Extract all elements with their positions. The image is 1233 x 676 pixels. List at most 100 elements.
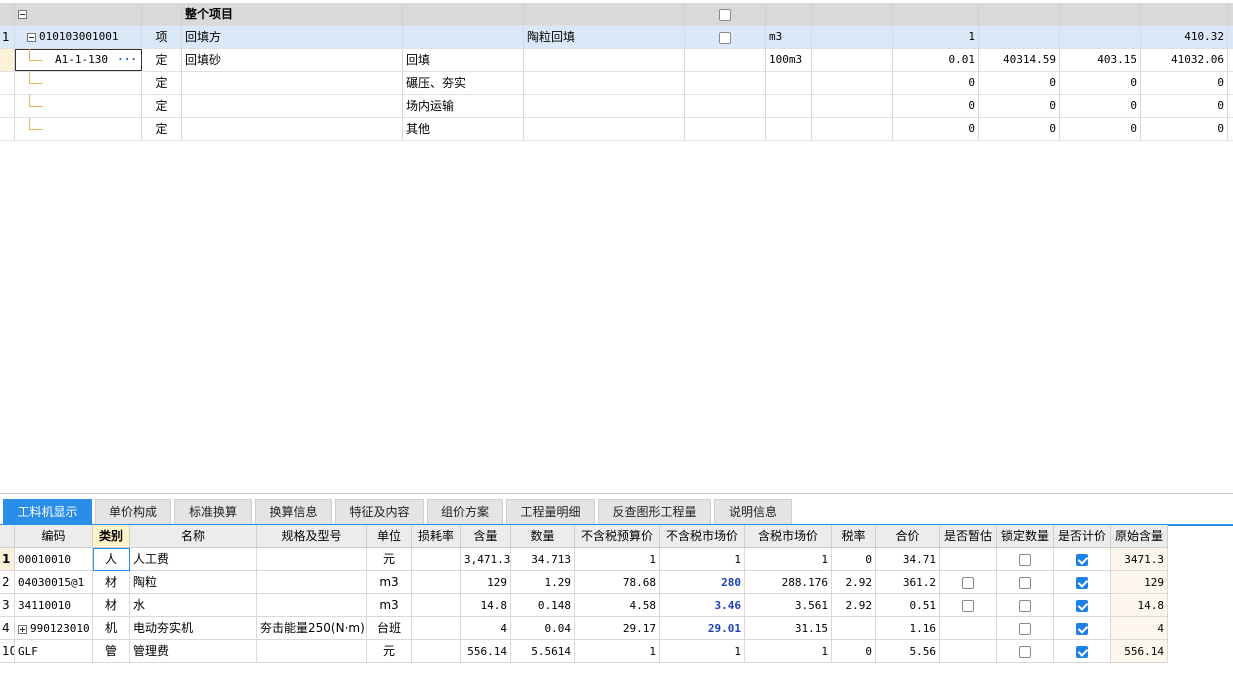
code-cell[interactable]: GLF <box>15 640 93 663</box>
tax-rate-cell[interactable]: 0 <box>832 548 876 571</box>
feature-cell[interactable]: 陶粒回填 <box>524 26 685 48</box>
spec-cell[interactable] <box>257 571 367 594</box>
checkbox-icon[interactable] <box>1076 622 1088 635</box>
unit-cell[interactable]: 台班 <box>367 617 412 640</box>
collapse-icon[interactable] <box>27 32 36 42</box>
flag-cell[interactable] <box>685 26 766 48</box>
spec-cell[interactable] <box>257 594 367 617</box>
content-cell[interactable]: 129 <box>461 571 511 594</box>
checkbox-icon[interactable] <box>1076 645 1088 658</box>
tax-rate-cell[interactable] <box>832 617 876 640</box>
code-cell[interactable]: 04030015@1 <box>15 571 93 594</box>
tax-rate-cell[interactable]: 2.92 <box>832 571 876 594</box>
qty-cell[interactable]: 0 <box>893 118 979 140</box>
lock-qty-cell[interactable] <box>997 548 1054 571</box>
market-price-tax-cell[interactable]: 31.15 <box>745 617 832 640</box>
provisional-cell[interactable] <box>940 640 997 663</box>
col-header-original-content[interactable]: 原始含量 <box>1111 525 1168 548</box>
code-cell[interactable]: 00010010 <box>15 548 93 571</box>
provisional-cell[interactable] <box>940 571 997 594</box>
priced-cell[interactable] <box>1054 548 1111 571</box>
code-cell[interactable] <box>15 118 142 140</box>
unit-cell[interactable]: 元 <box>367 548 412 571</box>
qty-expr-cell[interactable] <box>812 26 893 48</box>
budget-price-cell[interactable]: 1 <box>575 640 660 663</box>
content-cell[interactable]: 3,471.3 <box>461 548 511 571</box>
spec-cell[interactable] <box>257 548 367 571</box>
qty-cell[interactable]: 0 <box>893 72 979 94</box>
unit-cell[interactable]: 100m3 <box>766 49 812 71</box>
quota-row[interactable]: 定 碾压、夯实 0 0 0 0 <box>0 72 1233 95</box>
col-header-content[interactable]: 含量 <box>461 525 511 548</box>
collapse-icon[interactable] <box>18 10 27 19</box>
tab-labor-material-machine[interactable]: 工料机显示 <box>3 499 92 524</box>
loss-rate-cell[interactable] <box>412 594 461 617</box>
unit-cell[interactable]: m3 <box>367 594 412 617</box>
spec-cell[interactable] <box>403 26 524 48</box>
resource-row[interactable]: 2 04030015@1 材陶粒 m3 129 1.29 78.68 280 288.176 2.… <box>0 571 1168 594</box>
checkbox-icon[interactable] <box>1019 599 1031 612</box>
tab-pricing-plan[interactable]: 组价方案 <box>427 499 503 524</box>
market-price-tax-cell[interactable]: 1 <box>745 548 832 571</box>
project-root-row[interactable]: 整个项目 <box>0 3 1233 26</box>
resource-row[interactable]: 10GLF管管理费元556.145.561411105.56556.14 <box>0 640 1168 663</box>
col-header-spec[interactable]: 规格及型号 <box>257 525 367 548</box>
content-cell[interactable]: 14.8 <box>461 594 511 617</box>
qty-expr-cell[interactable] <box>812 49 893 71</box>
quantity-cell[interactable]: 0.04 <box>511 617 575 640</box>
qty-cell[interactable]: 0.01 <box>893 49 979 71</box>
code-cell[interactable] <box>15 3 142 25</box>
col-header-market-price[interactable]: 不含税市场价 <box>660 525 745 548</box>
tax-rate-cell[interactable]: 2.92 <box>832 594 876 617</box>
more-icon[interactable]: ··· <box>117 49 137 71</box>
market-price-tax-cell[interactable]: 288.176 <box>745 571 832 594</box>
col-header-code[interactable]: 编码 <box>15 525 93 548</box>
category-cell[interactable]: 人 <box>93 548 130 571</box>
code-cell[interactable]: 990123010 <box>15 617 93 640</box>
name-cell[interactable]: 管理费 <box>130 640 257 663</box>
tab-unit-price-composition[interactable]: 单价构成 <box>95 499 171 524</box>
quantity-cell[interactable]: 5.5614 <box>511 640 575 663</box>
lock-qty-cell[interactable] <box>997 640 1054 663</box>
col-header-tax-rate[interactable]: 税率 <box>832 525 876 548</box>
unit-cell[interactable]: 元 <box>367 640 412 663</box>
code-cell[interactable]: 34110010 <box>15 594 93 617</box>
name-cell[interactable] <box>182 118 403 140</box>
market-price-cell[interactable]: 280 <box>660 571 745 594</box>
code-cell[interactable] <box>15 72 142 94</box>
spec-cell[interactable]: 回填 <box>403 49 524 71</box>
provisional-cell[interactable] <box>940 617 997 640</box>
tax-rate-cell[interactable]: 0 <box>832 640 876 663</box>
expand-icon[interactable] <box>18 624 27 634</box>
provisional-cell[interactable] <box>940 594 997 617</box>
priced-cell[interactable] <box>1054 594 1111 617</box>
col-header-provisional[interactable]: 是否暂估 <box>940 525 997 548</box>
checkbox-icon[interactable] <box>1019 622 1031 635</box>
market-price-tax-cell[interactable]: 1 <box>745 640 832 663</box>
name-cell[interactable]: 回填方 <box>182 26 403 48</box>
tab-conversion-info[interactable]: 换算信息 <box>255 499 332 524</box>
col-header-lock-qty[interactable]: 锁定数量 <box>997 525 1054 548</box>
tab-standard-conversion[interactable]: 标准换算 <box>174 499 252 524</box>
col-header-name[interactable]: 名称 <box>130 525 257 548</box>
loss-rate-cell[interactable] <box>412 640 461 663</box>
tab-quantity-detail[interactable]: 工程量明细 <box>506 499 595 524</box>
spec-cell[interactable] <box>257 640 367 663</box>
spec-cell[interactable]: 场内运输 <box>403 95 524 117</box>
unit-cell[interactable]: m3 <box>367 571 412 594</box>
lock-qty-cell[interactable] <box>997 617 1054 640</box>
col-header-loss-rate[interactable]: 损耗率 <box>412 525 461 548</box>
name-cell[interactable]: 电动夯实机 <box>130 617 257 640</box>
col-header-budget-price[interactable]: 不含税预算价 <box>575 525 660 548</box>
col-header-market-price-tax[interactable]: 含税市场价 <box>745 525 832 548</box>
quantity-cell[interactable]: 1.29 <box>511 571 575 594</box>
content-cell[interactable]: 556.14 <box>461 640 511 663</box>
resource-row[interactable]: 3 34110010 材水 m3 14.8 0.148 4.58 3.46 3.561 2.92 0… <box>0 594 1168 617</box>
checkbox-icon[interactable] <box>1019 553 1031 566</box>
category-cell[interactable]: 材 <box>93 571 130 594</box>
qty-cell[interactable]: 0 <box>893 95 979 117</box>
market-price-cell[interactable]: 3.46 <box>660 594 745 617</box>
priced-cell[interactable] <box>1054 571 1111 594</box>
col-header-category[interactable]: 类别 <box>93 525 130 548</box>
code-cell[interactable] <box>15 95 142 117</box>
